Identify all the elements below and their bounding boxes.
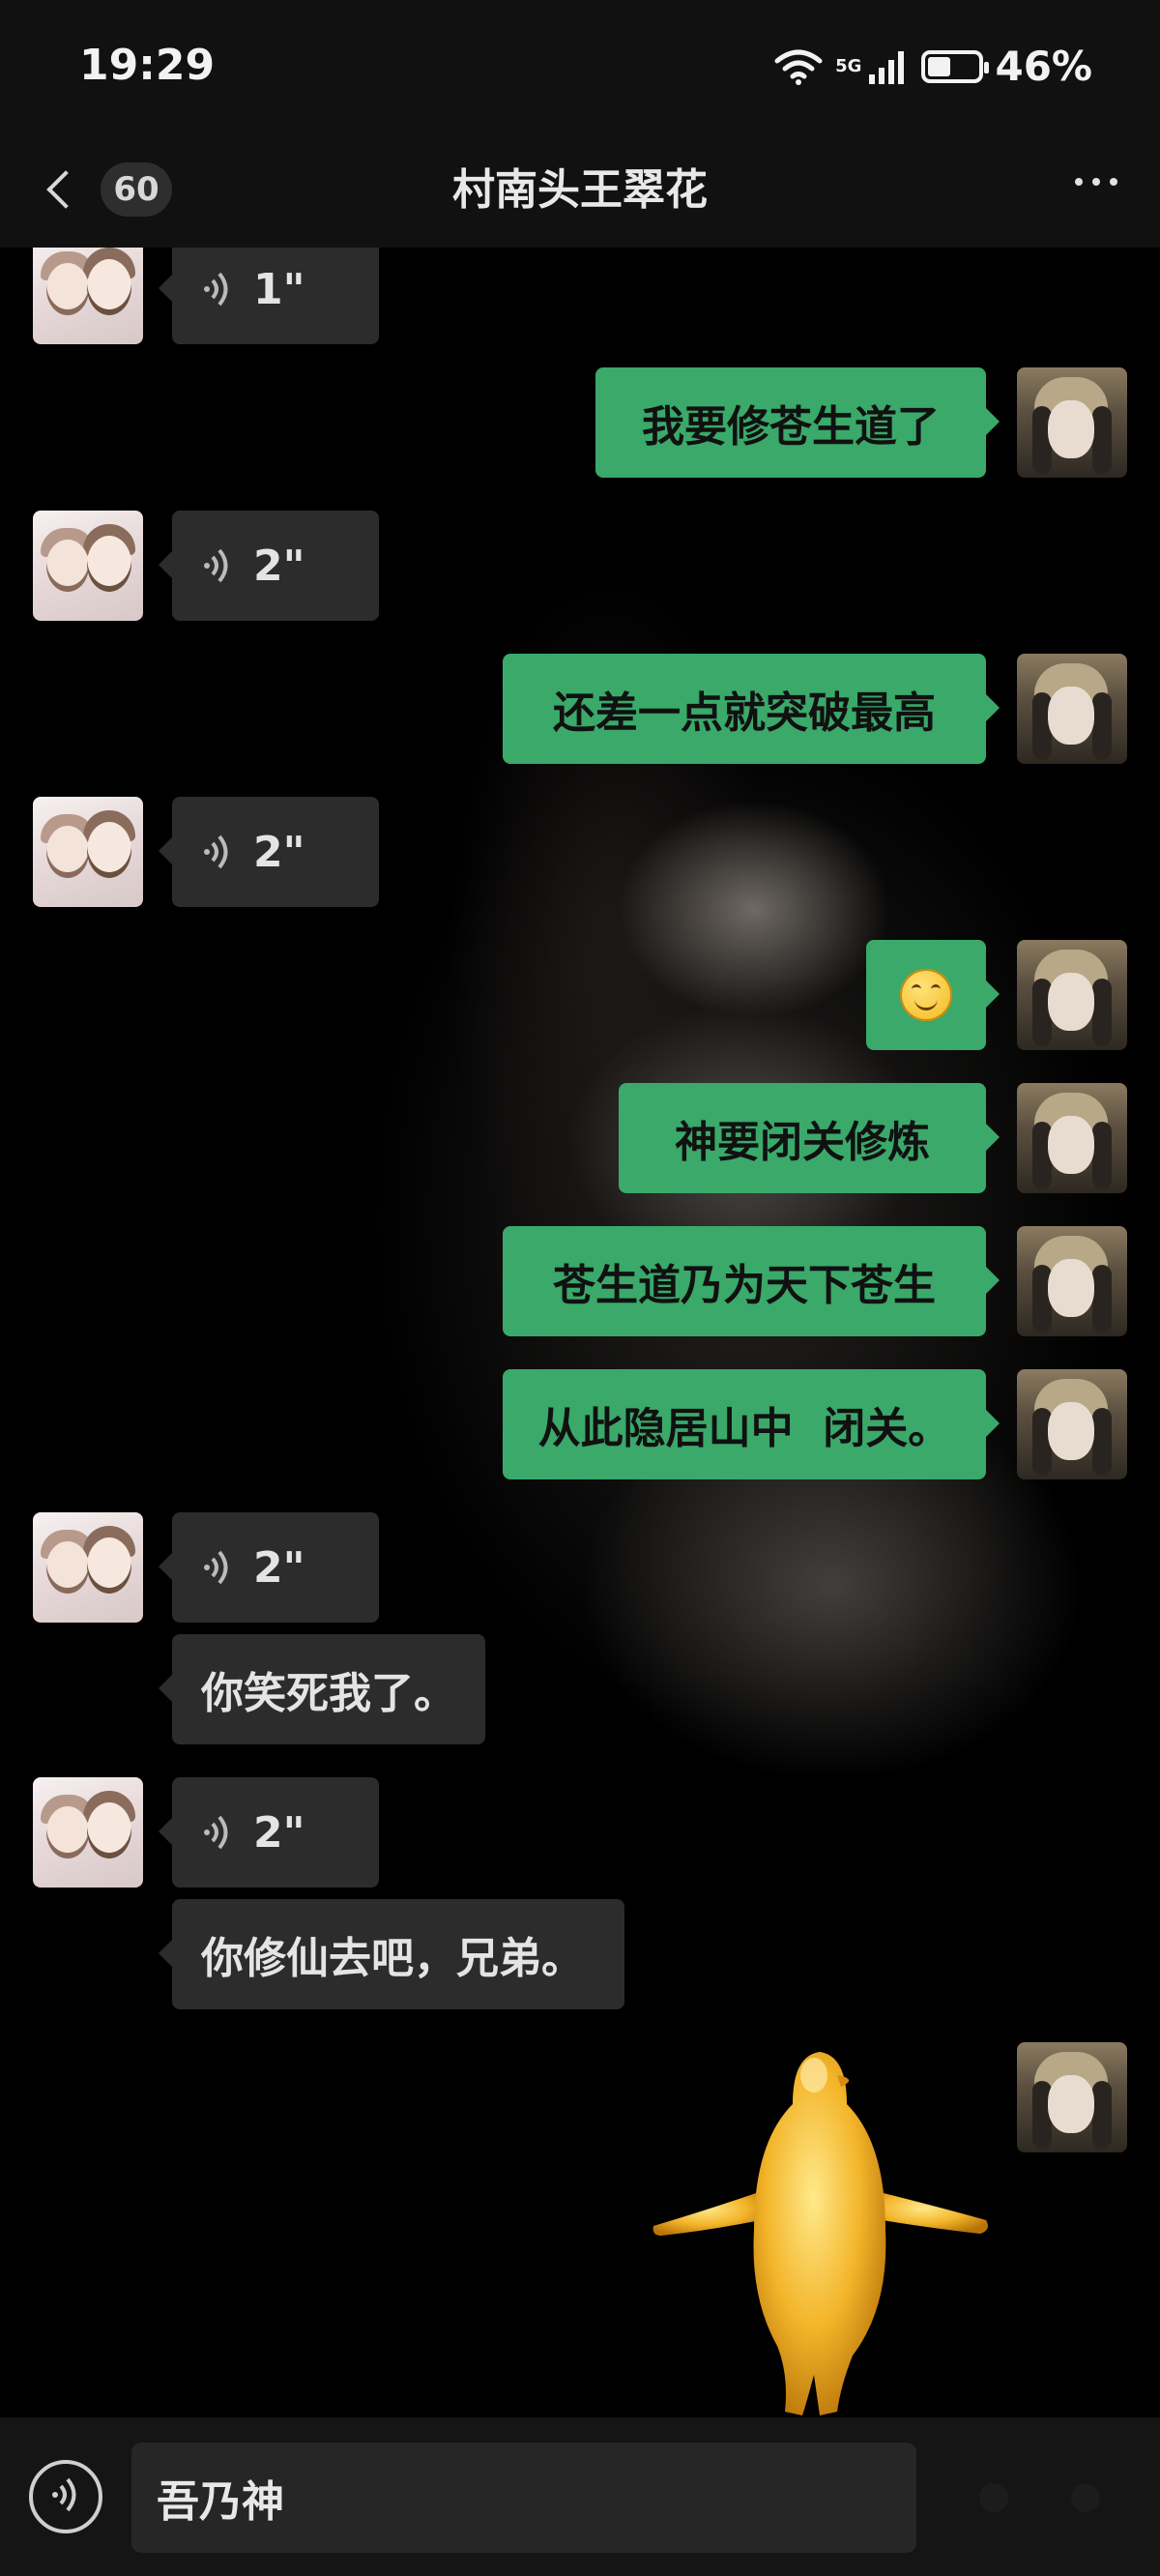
message-text: 从此隐居山中 闭关。 (537, 1404, 951, 1453)
my-avatar[interactable] (1017, 940, 1127, 1050)
message-text: 你修仙去吧，兄弟。 (201, 1934, 584, 1983)
voice-message[interactable]: 2" (159, 1512, 379, 1623)
voice-message[interactable]: 1" (159, 248, 379, 344)
contact-avatar[interactable] (33, 797, 143, 907)
my-avatar[interactable] (1017, 1226, 1127, 1336)
my-avatar[interactable] (1017, 1083, 1127, 1193)
received-text-message[interactable]: 你修仙去吧，兄弟。 (159, 1899, 624, 2009)
add-icon[interactable] (1070, 2483, 1100, 2512)
ellipsis-icon (1075, 178, 1083, 186)
input-bar (0, 2417, 1160, 2576)
voice-wave-icon (49, 2475, 82, 2518)
battery-level-fill (928, 56, 951, 76)
my-avatar[interactable] (1017, 2042, 1127, 2152)
more-options-button[interactable] (1075, 178, 1117, 186)
voice-wave-icon (201, 1813, 234, 1852)
sent-text-message[interactable]: 神要闭关修炼 (619, 1083, 1000, 1193)
voice-wave-icon (201, 546, 234, 585)
status-icons: 5G 46% (773, 43, 1092, 90)
sent-emoji-message[interactable] (866, 940, 1000, 1050)
contact-avatar[interactable] (33, 1777, 143, 1888)
received-text-message[interactable]: 你笑死我了。 (159, 1634, 485, 1744)
chat-header: 60 村南头王翠花 (0, 141, 1160, 248)
message-text: 神要闭关修炼 (675, 1118, 930, 1167)
status-bar: 19:29 5G 46% (0, 0, 1160, 141)
voice-duration: 2" (253, 1542, 305, 1593)
battery-icon (921, 49, 990, 83)
voice-input-toggle[interactable] (29, 2460, 102, 2533)
message-input[interactable] (131, 2443, 916, 2553)
wifi-icon (773, 47, 824, 86)
sent-text-message[interactable]: 从此隐居山中 闭关。 (503, 1369, 1000, 1479)
voice-duration: 2" (253, 827, 305, 877)
message-list[interactable]: 1" 我要修苍生道了 2" 还差一点就突破最高 2" 神要闭关修炼 苍生道乃为天… (0, 248, 1160, 2417)
signal-icon (867, 47, 910, 86)
sent-text-message[interactable]: 还差一点就突破最高 (503, 654, 1000, 764)
sent-text-message[interactable]: 苍生道乃为天下苍生 (503, 1226, 1000, 1336)
sent-text-message[interactable]: 我要修苍生道了 (595, 367, 1000, 478)
voice-duration: 2" (253, 541, 305, 591)
contact-avatar[interactable] (33, 1512, 143, 1623)
message-text: 苍生道乃为天下苍生 (553, 1261, 936, 1310)
smile-emoji (900, 969, 952, 1021)
voice-message[interactable]: 2" (159, 797, 379, 907)
voice-wave-icon (201, 833, 234, 871)
network-type-label: 5G (835, 55, 862, 76)
golden-figure-sticker[interactable] (648, 2036, 996, 2417)
my-avatar[interactable] (1017, 367, 1127, 478)
message-text: 我要修苍生道了 (642, 402, 940, 452)
voice-wave-icon (201, 270, 234, 308)
message-text: 你笑死我了。 (201, 1669, 456, 1718)
message-text: 还差一点就突破最高 (553, 688, 936, 738)
chat-title: 村南头王翠花 (452, 165, 708, 215)
input-actions[interactable] (947, 2474, 1131, 2522)
battery-percentage: 46% (995, 43, 1092, 90)
contact-avatar[interactable] (33, 248, 143, 344)
my-avatar[interactable] (1017, 1369, 1127, 1479)
emoji-icon[interactable] (978, 2483, 1008, 2512)
my-avatar[interactable] (1017, 654, 1127, 764)
voice-message[interactable]: 2" (159, 1777, 379, 1888)
voice-duration: 2" (253, 1807, 305, 1858)
status-time: 19:29 (79, 41, 216, 90)
contact-avatar[interactable] (33, 511, 143, 621)
voice-wave-icon (201, 1548, 234, 1587)
voice-duration: 1" (253, 264, 305, 314)
voice-message[interactable]: 2" (159, 511, 379, 621)
